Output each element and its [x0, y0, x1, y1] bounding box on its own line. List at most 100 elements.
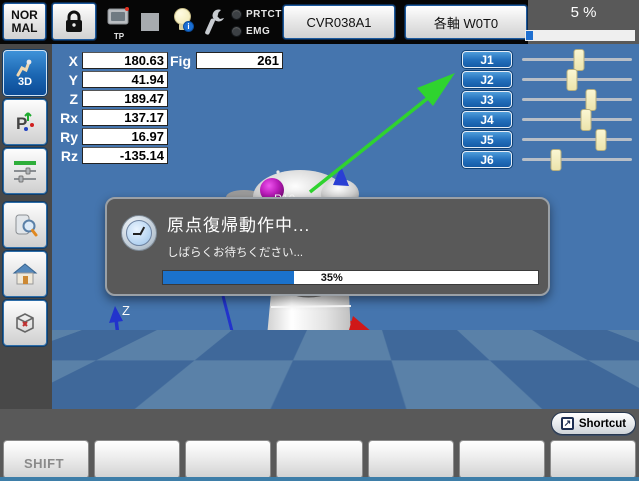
fig-field: Fig 261 [170, 52, 283, 69]
mode-button[interactable]: NOR MAL [3, 3, 46, 40]
shortcut-button[interactable]: ↗ Shortcut [551, 412, 636, 435]
stop-square-icon [141, 13, 159, 31]
lock-icon [63, 10, 85, 34]
robot-3d-icon [15, 59, 35, 77]
pos-label-rx: Rx [52, 110, 82, 126]
safety-leds: PRTCT EMG [231, 6, 282, 40]
speed-panel: 5 % [528, 0, 639, 44]
main-area: 3D P [0, 44, 639, 409]
joint-slider-handle-j2[interactable] [566, 69, 577, 91]
fkey-shift[interactable]: SHIFT [4, 441, 88, 478]
joint-slider-handle-j1[interactable] [574, 49, 585, 71]
home-icon [12, 261, 38, 287]
pendant-search-icon [12, 212, 38, 238]
speed-progress-fill [526, 31, 533, 40]
joint-slider-handle-j5[interactable] [596, 129, 607, 151]
emg-led-icon [231, 26, 242, 37]
pos-value-rz: -135.14 [82, 147, 168, 164]
sidebar-item-home[interactable] [3, 251, 47, 297]
joint-button-j5[interactable]: J5 [462, 131, 512, 148]
mode-line2: MAL [11, 22, 38, 35]
tp-indicator: TP [103, 6, 135, 40]
dialog-progress-fill [163, 271, 294, 284]
dialog-title: 原点復帰動作中... [167, 211, 310, 236]
cube-icon [12, 310, 38, 336]
fkey-4[interactable] [277, 441, 361, 478]
joint-button-j1[interactable]: J1 [462, 51, 512, 68]
sidebar-3d-label: 3D [18, 77, 32, 88]
joint-button-j4[interactable]: J4 [462, 111, 512, 128]
fkey-5[interactable] [369, 441, 453, 478]
joint-slider-handle-j3[interactable] [586, 89, 597, 111]
sidebar-item-settings[interactable] [3, 148, 47, 194]
joint-slider-j6[interactable] [522, 158, 632, 161]
teach-pendant-screen: NOR MAL TP i [0, 0, 639, 481]
joint-slider-j2[interactable] [522, 78, 632, 81]
fkey-7[interactable] [551, 441, 635, 478]
dialog-message: しばらくお待ちください... [167, 244, 303, 260]
speed-progress-track [525, 30, 635, 41]
emg-label: EMG [246, 26, 270, 37]
pos-value-x: 180.63 [82, 52, 168, 69]
joint-button-j2[interactable]: J2 [462, 71, 512, 88]
function-key-row: SHIFT [0, 441, 639, 478]
shortcut-jump-icon: ↗ [561, 417, 574, 430]
sliders-icon [12, 158, 38, 184]
pos-label-z: Z [52, 91, 82, 107]
joint-slider-j1[interactable] [522, 58, 632, 61]
pos-value-ry: 16.97 [82, 128, 168, 145]
world-x-arrowhead [108, 371, 144, 394]
fig-label: Fig [170, 53, 196, 69]
joint-button-j3[interactable]: J3 [462, 91, 512, 108]
lock-button[interactable] [52, 3, 96, 40]
point-axes-icon: P [12, 109, 38, 135]
pos-label-x: X [52, 53, 82, 69]
joint-slider-j3[interactable] [522, 98, 632, 101]
sidebar-item-monitor[interactable] [3, 202, 47, 248]
homing-progress-dialog: 原点復帰動作中... しばらくお待ちください... 35% [105, 197, 550, 296]
tool-z-axis-line [223, 296, 252, 409]
pos-label-rz: Rz [52, 148, 82, 164]
tool-x-arrowhead [349, 316, 372, 332]
sidebar-item-position[interactable]: P [3, 99, 47, 145]
clock-icon [121, 215, 157, 251]
speed-percent-label: 5 % [528, 4, 639, 21]
pos-value-y: 41.94 [82, 71, 168, 88]
pos-value-rx: 137.17 [82, 109, 168, 126]
origin-triad: Z X Y [64, 303, 138, 375]
origin-x-label: X [64, 360, 73, 375]
fkey-3[interactable] [186, 441, 270, 478]
tp-label: TP [103, 33, 135, 41]
joint-button-j6[interactable]: J6 [462, 151, 512, 168]
info-badge-icon: i [183, 21, 194, 32]
pos-label-ry: Ry [52, 129, 82, 145]
left-toolbar: 3D P [0, 44, 52, 409]
axis-mode-button[interactable]: 各軸 W0T0 [405, 5, 527, 39]
joint-slider-j5[interactable] [522, 138, 632, 141]
wrench-icon [201, 7, 227, 37]
origin-z-label: Z [122, 303, 130, 318]
pos-value-z: 189.47 [82, 90, 168, 107]
robot-3d-viewport[interactable]: Z X Y [52, 44, 639, 409]
tp-monitor-icon [105, 6, 133, 28]
program-select-button[interactable]: CVR038A1 [283, 5, 395, 39]
lamp-status-icon: i [172, 8, 194, 34]
dialog-progress-track: 35% [162, 270, 539, 285]
approach-vector-line [310, 90, 438, 192]
pos-label-y: Y [52, 72, 82, 88]
fkey-2[interactable] [95, 441, 179, 478]
fig-value: 261 [196, 52, 283, 69]
fkey-6[interactable] [460, 441, 544, 478]
sidebar-item-3d-view[interactable]: 3D [3, 50, 47, 96]
bottom-edge-line [0, 477, 639, 481]
joint-slider-handle-j6[interactable] [551, 149, 562, 171]
prtct-label: PRTCT [246, 9, 282, 20]
joint-slider-handle-j4[interactable] [580, 109, 591, 131]
robot-base [263, 293, 414, 401]
top-status-bar: NOR MAL TP i [0, 0, 639, 44]
sidebar-item-workspace[interactable] [3, 300, 47, 346]
joint-slider-j4[interactable] [522, 118, 632, 121]
bottom-bar: ↗ Shortcut SHIFT [0, 409, 639, 481]
prtct-led-icon [231, 9, 242, 20]
origin-y-label: Y [129, 350, 138, 365]
